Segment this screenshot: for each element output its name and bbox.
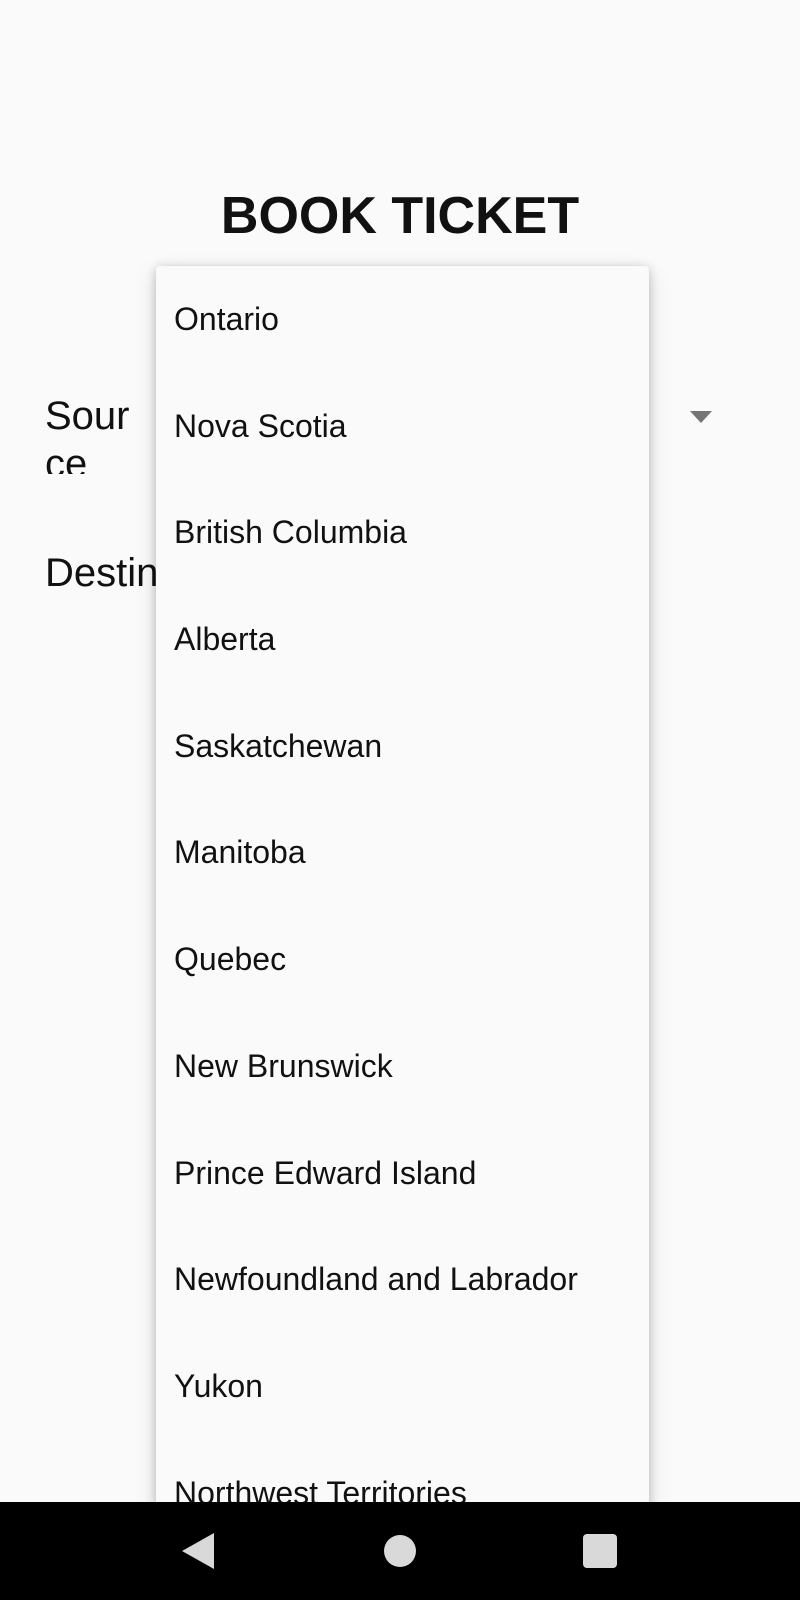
dropdown-item[interactable]: Northwest Territories [156,1440,649,1506]
dropdown-item[interactable]: Nova Scotia [156,373,649,480]
dropdown-item[interactable]: Saskatchewan [156,693,649,800]
recents-square-icon[interactable] [583,1534,617,1568]
dropdown-item[interactable]: Ontario [156,266,649,373]
app-screen: BOOK TICKET Source Destination Ontario N… [0,0,800,1600]
dropdown-item[interactable]: Alberta [156,586,649,693]
dropdown-item[interactable]: Quebec [156,906,649,1013]
dropdown-item[interactable]: Newfoundland and Labrador [156,1226,649,1333]
dropdown-item[interactable]: New Brunswick [156,1013,649,1120]
dropdown-arrow-icon[interactable] [690,411,712,423]
dropdown-item[interactable]: Yukon [156,1333,649,1440]
dropdown-item[interactable]: British Columbia [156,479,649,586]
home-circle-icon[interactable] [384,1535,416,1567]
system-nav-bar [0,1502,800,1600]
source-label: Source [45,394,130,474]
province-dropdown-list[interactable]: Ontario Nova Scotia British Columbia Alb… [156,266,649,1506]
dropdown-item[interactable]: Prince Edward Island [156,1120,649,1227]
back-triangle-icon[interactable] [182,1533,214,1569]
dropdown-item[interactable]: Manitoba [156,799,649,906]
page-title: BOOK TICKET [220,187,580,245]
